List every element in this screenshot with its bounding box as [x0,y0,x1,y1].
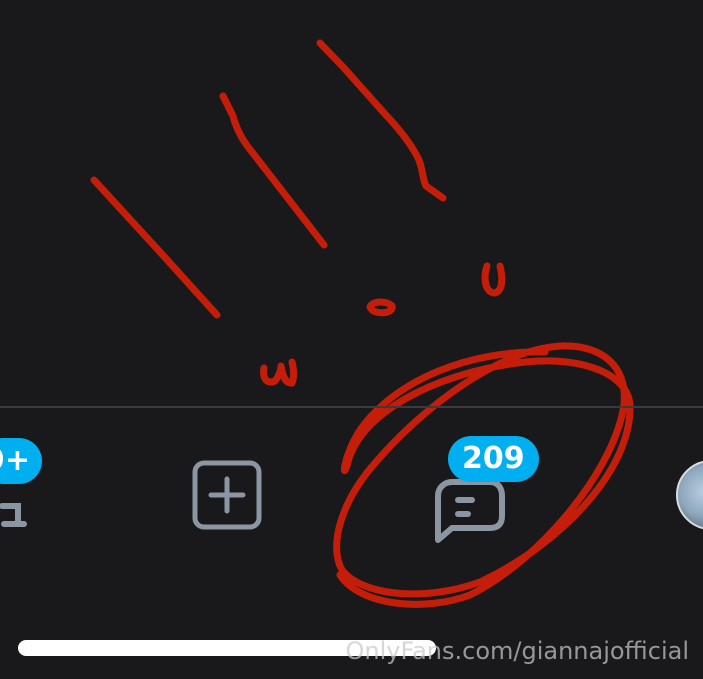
tab-add-post[interactable] [190,458,264,532]
scribble-stroke [316,39,447,202]
messages-count-badge: 209 [448,436,539,482]
scribble-stroke [481,262,506,297]
chat-bubble-icon [435,479,505,543]
bottom-tab-bar: 9+ 209 [0,408,703,578]
tab-messages[interactable]: 209 [428,436,539,546]
scribble-stroke [90,176,221,319]
screen: 9+ 209 OnlyFans.com/ [0,0,703,679]
scribble-stroke [219,92,328,249]
plus-square-icon [192,460,262,530]
scribble-stroke [260,358,298,387]
watermark-text: OnlyFans.com/giannajofficial [345,637,690,665]
scribble-stroke [366,298,396,317]
notifications-count-badge: 9+ [0,438,43,484]
bell-icon [0,503,27,527]
tab-notifications[interactable]: 9+ [0,438,60,548]
tab-profile-avatar[interactable] [676,460,703,530]
